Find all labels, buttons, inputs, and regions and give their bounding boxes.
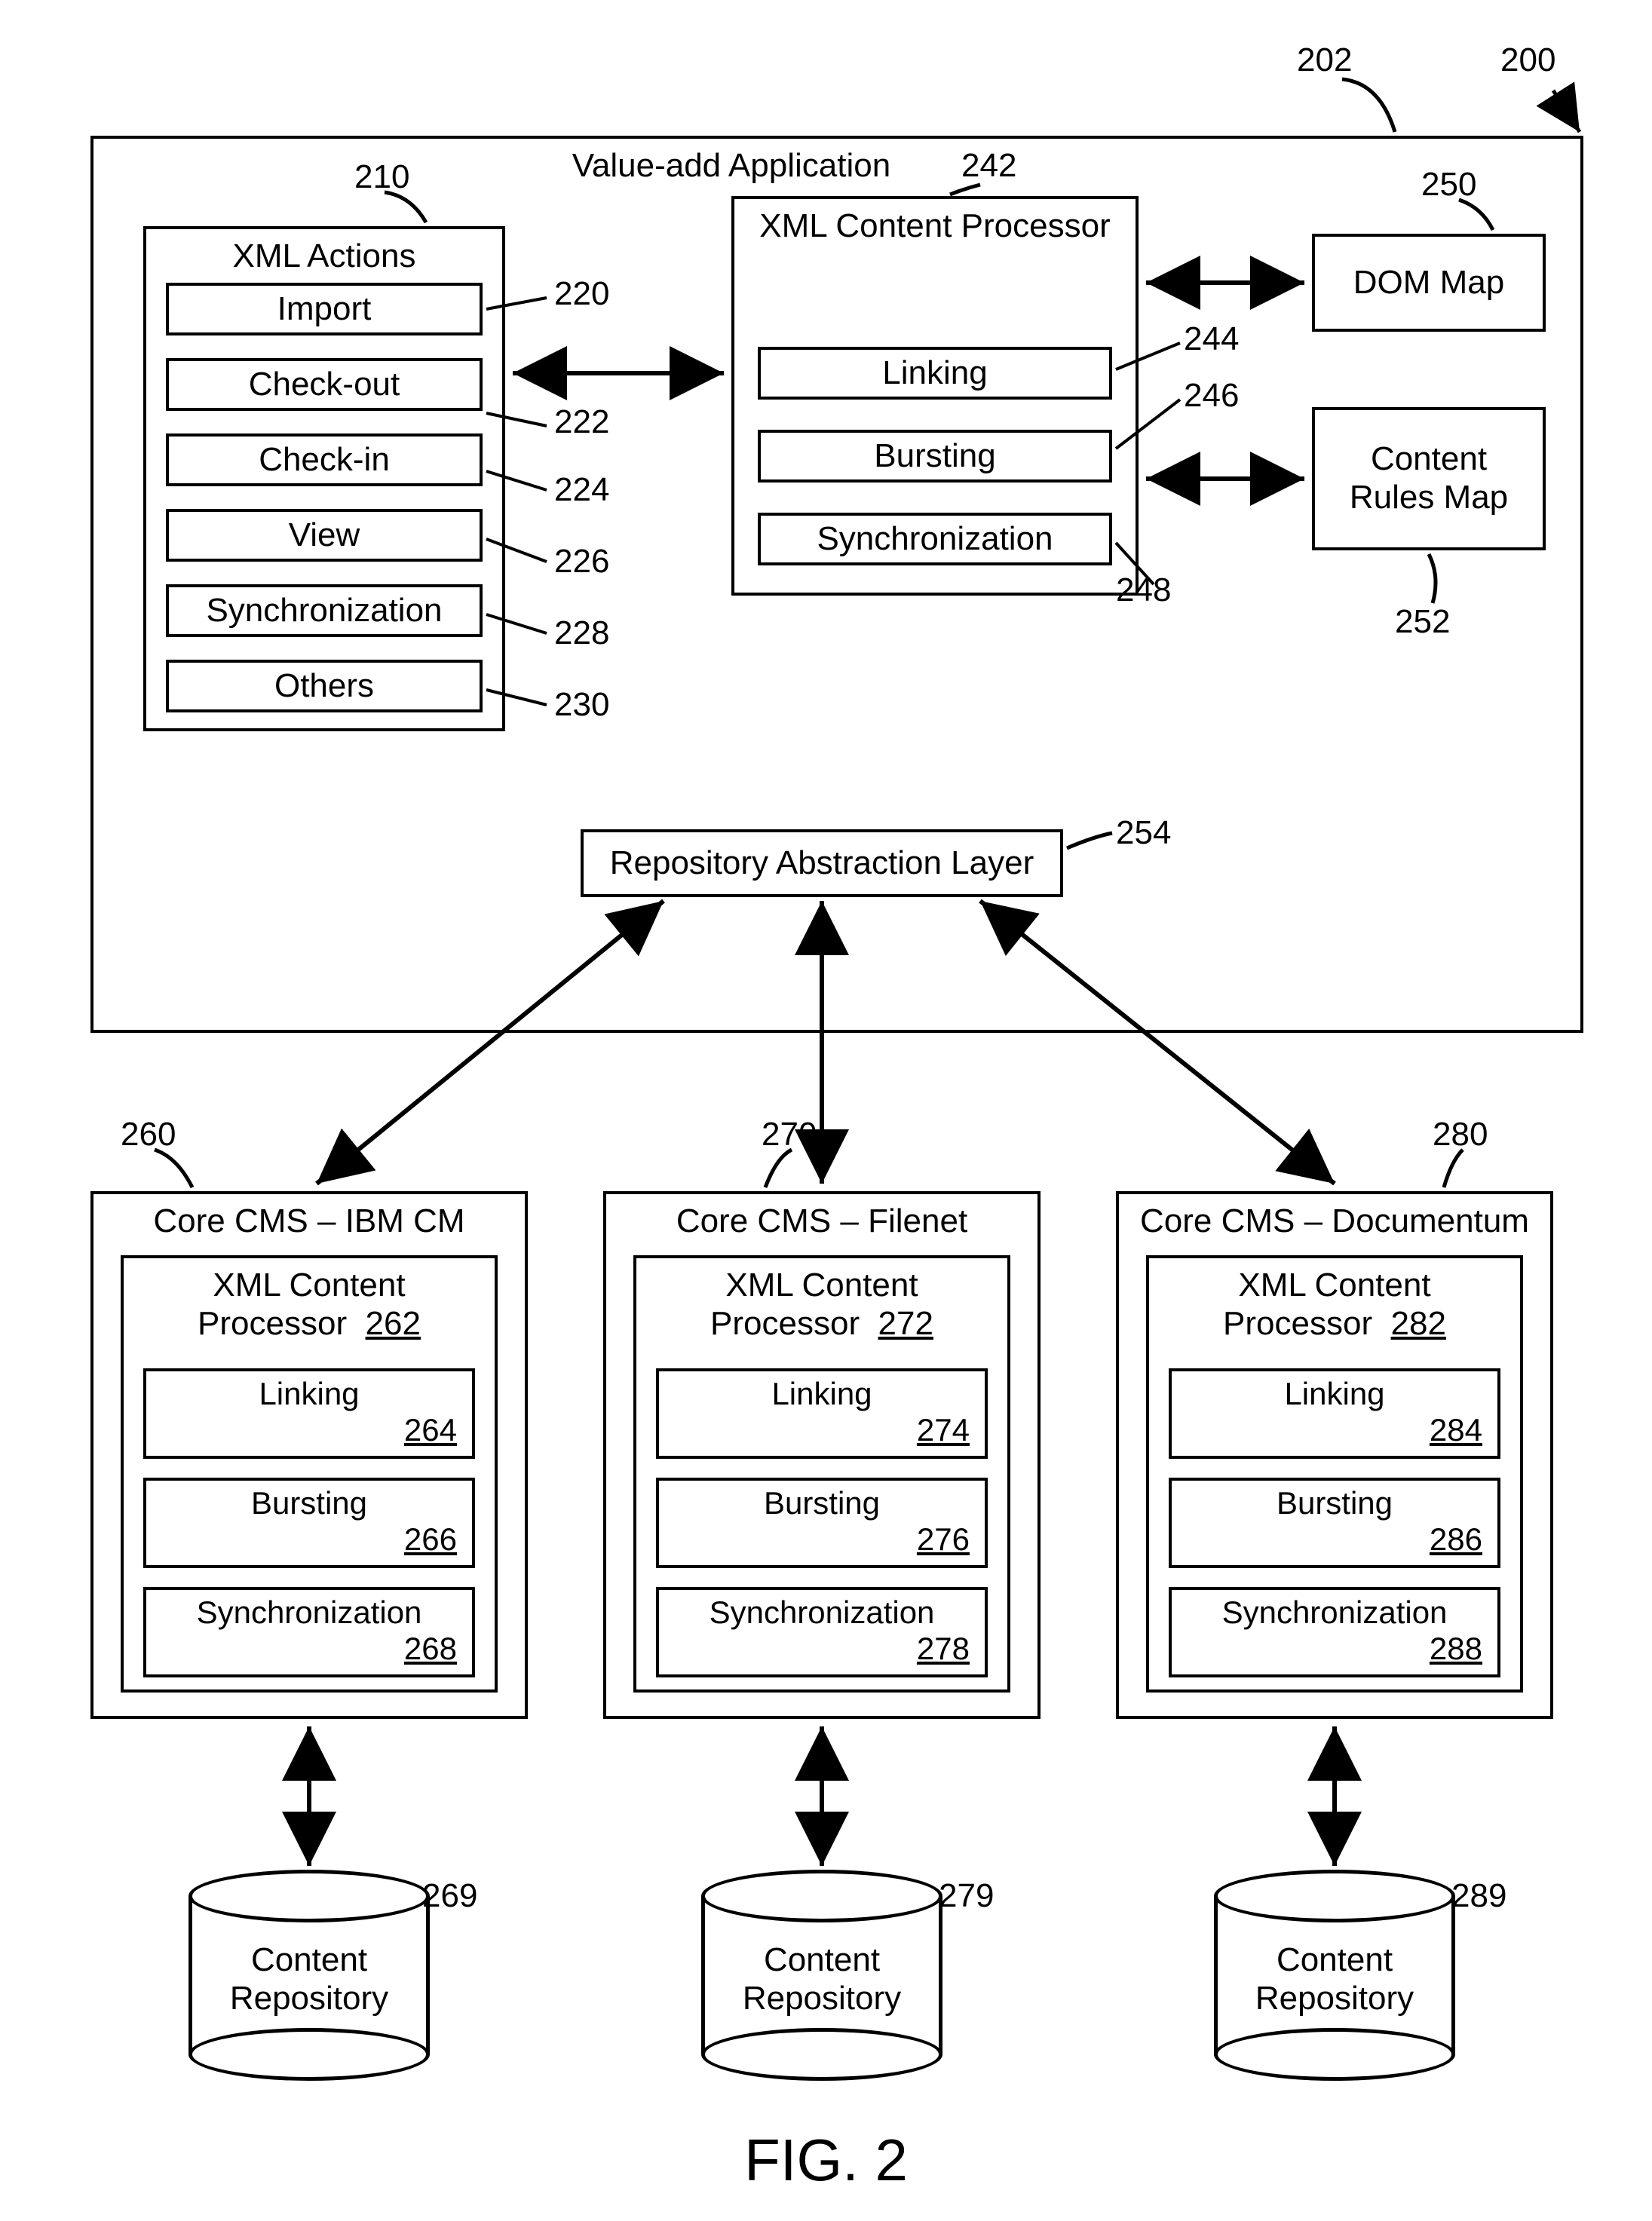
ref-289: 289 — [1451, 1877, 1506, 1915]
action-sync: Synchronization — [166, 584, 483, 637]
cms-filenet-sync: Synchronization278 — [656, 1587, 988, 1677]
action-view: View — [166, 509, 483, 562]
cms-documentum-proc-label: XML ContentProcessor 282 — [1146, 1267, 1523, 1343]
xml-processor-title: XML Content Processor — [731, 207, 1139, 246]
repo-filenet: ContentRepository — [701, 1870, 942, 2081]
cms-documentum-linking: Linking284 — [1169, 1368, 1500, 1459]
ref-254: 254 — [1116, 814, 1171, 852]
ref-228: 228 — [554, 614, 609, 652]
cms-ibm-title: Core CMS – IBM CM — [90, 1202, 528, 1240]
cms-filenet-title: Core CMS – Filenet — [603, 1202, 1041, 1240]
ref-200: 200 — [1500, 41, 1555, 79]
figure-label: FIG. 2 — [0, 2126, 1652, 2195]
repo-ibm-label: ContentRepository — [188, 1941, 430, 2017]
cms-documentum-sync: Synchronization288 — [1169, 1587, 1500, 1677]
ref-269: 269 — [422, 1877, 477, 1915]
ref-224: 224 — [554, 471, 609, 509]
cms-filenet-linking: Linking274 — [656, 1368, 988, 1459]
diagram-canvas: Value-add Application XML Actions Import… — [0, 0, 1652, 2221]
value-add-title: Value-add Application — [528, 147, 935, 185]
content-rules-label: Content Rules Map — [1350, 440, 1508, 516]
repo-documentum: ContentRepository — [1214, 1870, 1455, 2081]
repo-filenet-label: ContentRepository — [701, 1941, 942, 2017]
ref-230: 230 — [554, 686, 609, 724]
ref-279: 279 — [939, 1877, 994, 1915]
content-rules-box: Content Rules Map — [1312, 407, 1546, 550]
cms-ibm-proc-label: XML ContentProcessor 262 — [121, 1267, 498, 1343]
ref-270: 270 — [762, 1116, 817, 1153]
ref-246: 246 — [1184, 377, 1239, 415]
ref-222: 222 — [554, 403, 609, 441]
ref-244: 244 — [1184, 320, 1239, 358]
action-others: Others — [166, 660, 483, 712]
cms-documentum-title: Core CMS – Documentum — [1116, 1202, 1553, 1240]
proc-bursting: Bursting — [758, 430, 1112, 482]
action-checkin: Check-in — [166, 433, 483, 486]
dom-map-label: DOM Map — [1353, 264, 1504, 302]
ref-226: 226 — [554, 543, 609, 581]
ref-210: 210 — [354, 158, 409, 196]
ref-202: 202 — [1297, 41, 1352, 79]
action-import: Import — [166, 283, 483, 335]
cms-documentum-bursting: Bursting286 — [1169, 1478, 1500, 1568]
cms-filenet-bursting: Bursting276 — [656, 1478, 988, 1568]
cms-ibm-sync: Synchronization268 — [143, 1587, 475, 1677]
repo-ibm: ContentRepository — [188, 1870, 430, 2081]
ral-box: Repository Abstraction Layer — [581, 829, 1063, 897]
cms-filenet-proc-label: XML ContentProcessor 272 — [633, 1267, 1010, 1343]
cms-ibm-linking: Linking264 — [143, 1368, 475, 1459]
repo-documentum-label: ContentRepository — [1214, 1941, 1455, 2017]
ref-260: 260 — [121, 1116, 176, 1153]
ref-220: 220 — [554, 275, 609, 313]
ref-248: 248 — [1116, 571, 1171, 609]
dom-map-box: DOM Map — [1312, 234, 1546, 332]
xml-actions-title: XML Actions — [143, 237, 505, 275]
action-checkout: Check-out — [166, 358, 483, 411]
proc-sync: Synchronization — [758, 513, 1112, 565]
cms-ibm-bursting: Bursting266 — [143, 1478, 475, 1568]
ral-label: Repository Abstraction Layer — [610, 844, 1034, 882]
ref-280: 280 — [1433, 1116, 1488, 1153]
proc-linking: Linking — [758, 347, 1112, 400]
ref-250: 250 — [1421, 166, 1476, 204]
ref-242: 242 — [961, 147, 1016, 185]
ref-252: 252 — [1395, 603, 1450, 641]
